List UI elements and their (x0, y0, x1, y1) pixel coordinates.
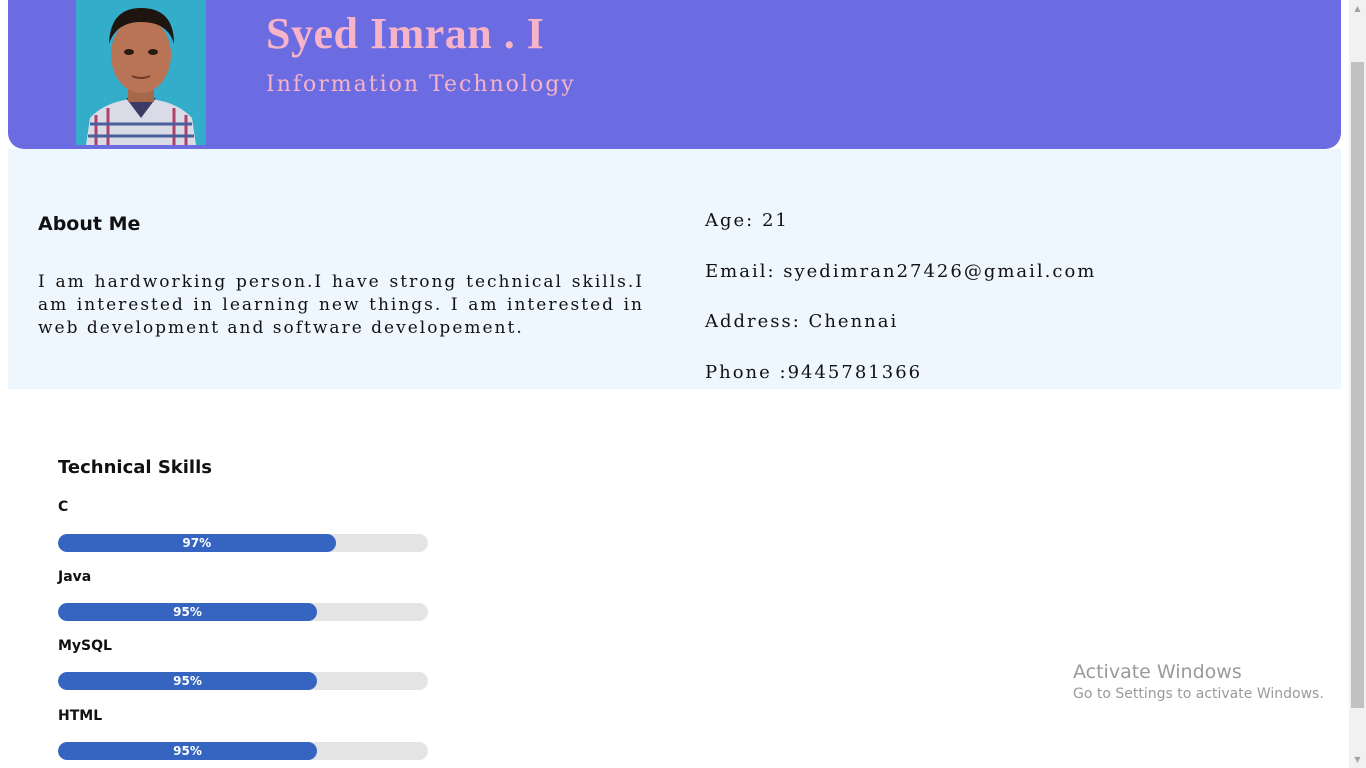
profile-photo (76, 0, 206, 145)
address-text: Address: Chennai (705, 311, 899, 332)
vertical-scrollbar[interactable]: ▲ ▼ (1349, 0, 1366, 768)
skill-bar-fill: 95% (58, 742, 317, 760)
profile-department: Information Technology (266, 72, 576, 97)
skill-bar-mysql: 95% (58, 672, 428, 690)
about-text: I am hardworking person.I have strong te… (38, 272, 644, 338)
phone-text: Phone :9445781366 (705, 362, 923, 383)
skill-bar-fill: 95% (58, 603, 317, 621)
profile-header: Syed Imran . I Information Technology (8, 0, 1341, 149)
email-text: Email: syedimran27426@gmail.com (705, 261, 1097, 282)
skill-bar-fill: 95% (58, 672, 317, 690)
skill-bar-java: 95% (58, 603, 428, 621)
skill-bar-c: 97% (58, 534, 428, 552)
triangle-down-icon[interactable]: ▼ (1349, 751, 1366, 768)
skill-name-html: HTML (58, 708, 103, 724)
triangle-up-icon[interactable]: ▲ (1349, 0, 1366, 17)
skill-bar-fill: 97% (58, 534, 336, 552)
info-section: About Me I am hardworking person.I have … (8, 149, 1341, 389)
age-text: Age: 21 (705, 210, 789, 231)
skill-bar-html: 95% (58, 742, 428, 760)
watermark-subtitle: Go to Settings to activate Windows. (1073, 686, 1324, 702)
watermark-title: Activate Windows (1073, 661, 1242, 683)
profile-name: Syed Imran . I (266, 9, 545, 58)
windows-activation-watermark: Activate Windows Go to Settings to activ… (1073, 660, 1324, 704)
skill-name-java: Java (58, 569, 92, 585)
skills-title: Technical Skills (58, 457, 212, 478)
scrollbar-thumb[interactable] (1351, 62, 1364, 708)
skill-name-mysql: MySQL (58, 638, 112, 654)
about-title: About Me (38, 213, 141, 235)
skill-name-c: C (58, 499, 69, 515)
